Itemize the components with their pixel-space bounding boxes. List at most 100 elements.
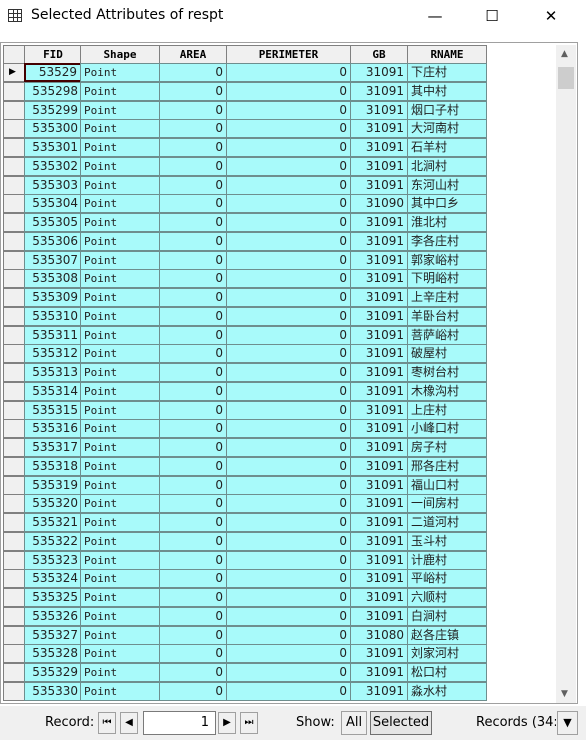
cell-shape[interactable]: Point — [80, 250, 160, 270]
cell-area[interactable]: 0 — [159, 625, 227, 645]
cell-fid[interactable]: 535299 — [24, 100, 82, 120]
cell-gb[interactable]: 31091 — [350, 306, 408, 326]
cell-fid[interactable]: 535313 — [24, 363, 82, 382]
cell-rname[interactable]: 上庄村 — [407, 400, 487, 420]
cell-perimeter[interactable]: 0 — [226, 513, 351, 532]
cell-area[interactable]: 0 — [159, 663, 227, 682]
cell-rname[interactable]: 邢各庄村 — [407, 456, 487, 476]
cell-fid[interactable]: 53529 — [24, 63, 82, 82]
cell-fid[interactable]: 535324 — [24, 569, 82, 589]
cell-fid[interactable]: 535305 — [24, 213, 82, 232]
cell-fid[interactable]: 535302 — [24, 156, 82, 176]
column-header-area[interactable]: AREA — [159, 45, 227, 64]
cell-perimeter[interactable]: 0 — [226, 419, 351, 439]
cell-gb[interactable]: 31091 — [350, 63, 408, 82]
cell-area[interactable]: 0 — [159, 119, 227, 139]
cell-rname[interactable]: 计鹿村 — [407, 550, 487, 570]
cell-perimeter[interactable]: 0 — [226, 306, 351, 326]
cell-area[interactable]: 0 — [159, 644, 227, 664]
scroll-thumb[interactable] — [558, 67, 574, 89]
cell-rname[interactable]: 石羊村 — [407, 138, 487, 157]
row-selector[interactable] — [3, 663, 25, 682]
cell-perimeter[interactable]: 0 — [226, 325, 351, 345]
row-selector[interactable] — [3, 175, 25, 195]
column-header-fid[interactable]: FID — [24, 45, 82, 64]
row-selector[interactable] — [3, 475, 25, 495]
cell-gb[interactable]: 31091 — [350, 81, 408, 101]
cell-rname[interactable]: 平峪村 — [407, 569, 487, 589]
cell-gb[interactable]: 31091 — [350, 213, 408, 232]
cell-gb[interactable]: 31091 — [350, 681, 408, 701]
cell-area[interactable]: 0 — [159, 63, 227, 82]
cell-area[interactable]: 0 — [159, 363, 227, 382]
row-selector[interactable] — [3, 250, 25, 270]
cell-perimeter[interactable]: 0 — [226, 569, 351, 589]
cell-rname[interactable]: 下庄村 — [407, 63, 487, 82]
cell-perimeter[interactable]: 0 — [226, 531, 351, 551]
row-selector[interactable] — [3, 569, 25, 589]
cell-gb[interactable]: 31080 — [350, 625, 408, 645]
cell-gb[interactable]: 31091 — [350, 325, 408, 345]
row-selector[interactable] — [3, 306, 25, 326]
row-selector[interactable] — [3, 231, 25, 251]
cell-fid[interactable]: 535315 — [24, 400, 82, 420]
cell-shape[interactable]: Point — [80, 644, 160, 664]
cell-perimeter[interactable]: 0 — [226, 175, 351, 195]
row-selector[interactable] — [3, 625, 25, 645]
cell-area[interactable]: 0 — [159, 513, 227, 532]
cell-fid[interactable]: 535307 — [24, 250, 82, 270]
cell-shape[interactable]: Point — [80, 419, 160, 439]
row-selector[interactable] — [3, 213, 25, 232]
cell-rname[interactable]: 上辛庄村 — [407, 288, 487, 307]
cell-fid[interactable]: 535323 — [24, 550, 82, 570]
cell-gb[interactable]: 31091 — [350, 175, 408, 195]
row-selector[interactable] — [3, 344, 25, 364]
cell-rname[interactable]: 淮北村 — [407, 213, 487, 232]
cell-fid[interactable]: 535298 — [24, 81, 82, 101]
cell-area[interactable]: 0 — [159, 175, 227, 195]
cell-shape[interactable]: Point — [80, 81, 160, 101]
cell-area[interactable]: 0 — [159, 325, 227, 345]
cell-gb[interactable]: 31091 — [350, 550, 408, 570]
cell-shape[interactable]: Point — [80, 213, 160, 232]
cell-perimeter[interactable]: 0 — [226, 400, 351, 420]
cell-fid[interactable]: 535311 — [24, 325, 82, 345]
cell-gb[interactable]: 31091 — [350, 438, 408, 457]
cell-shape[interactable]: Point — [80, 531, 160, 551]
cell-area[interactable]: 0 — [159, 231, 227, 251]
cell-rname[interactable]: 其中口乡 — [407, 194, 487, 214]
cell-gb[interactable]: 31091 — [350, 588, 408, 607]
cell-area[interactable]: 0 — [159, 100, 227, 120]
cell-area[interactable]: 0 — [159, 381, 227, 401]
row-selector[interactable] — [3, 381, 25, 401]
record-number-input[interactable]: 1 — [143, 711, 216, 735]
cell-rname[interactable]: 小峰口村 — [407, 419, 487, 439]
cell-perimeter[interactable]: 0 — [226, 475, 351, 495]
row-selector[interactable] — [3, 100, 25, 120]
minimize-button[interactable]: — — [410, 0, 460, 32]
cell-area[interactable]: 0 — [159, 400, 227, 420]
cell-gb[interactable]: 31091 — [350, 250, 408, 270]
cell-perimeter[interactable]: 0 — [226, 250, 351, 270]
cell-rname[interactable]: 东河山村 — [407, 175, 487, 195]
cell-rname[interactable]: 郭家峪村 — [407, 250, 487, 270]
cell-area[interactable]: 0 — [159, 81, 227, 101]
cell-area[interactable]: 0 — [159, 550, 227, 570]
column-header-shape[interactable]: Shape — [80, 45, 160, 64]
cell-perimeter[interactable]: 0 — [226, 644, 351, 664]
cell-gb[interactable]: 31091 — [350, 419, 408, 439]
row-selector[interactable] — [3, 531, 25, 551]
cell-gb[interactable]: 31091 — [350, 138, 408, 157]
cell-rname[interactable]: 赵各庄镇 — [407, 625, 487, 645]
cell-gb[interactable]: 31091 — [350, 606, 408, 626]
cell-rname[interactable]: 烟口子村 — [407, 100, 487, 120]
cell-perimeter[interactable]: 0 — [226, 494, 351, 514]
maximize-button[interactable]: ☐ — [467, 0, 517, 32]
cell-area[interactable]: 0 — [159, 213, 227, 232]
prev-record-button[interactable]: ◀ — [120, 712, 138, 734]
cell-gb[interactable]: 31091 — [350, 363, 408, 382]
cell-gb[interactable]: 31091 — [350, 663, 408, 682]
cell-perimeter[interactable]: 0 — [226, 606, 351, 626]
cell-shape[interactable]: Point — [80, 175, 160, 195]
cell-fid[interactable]: 535327 — [24, 625, 82, 645]
